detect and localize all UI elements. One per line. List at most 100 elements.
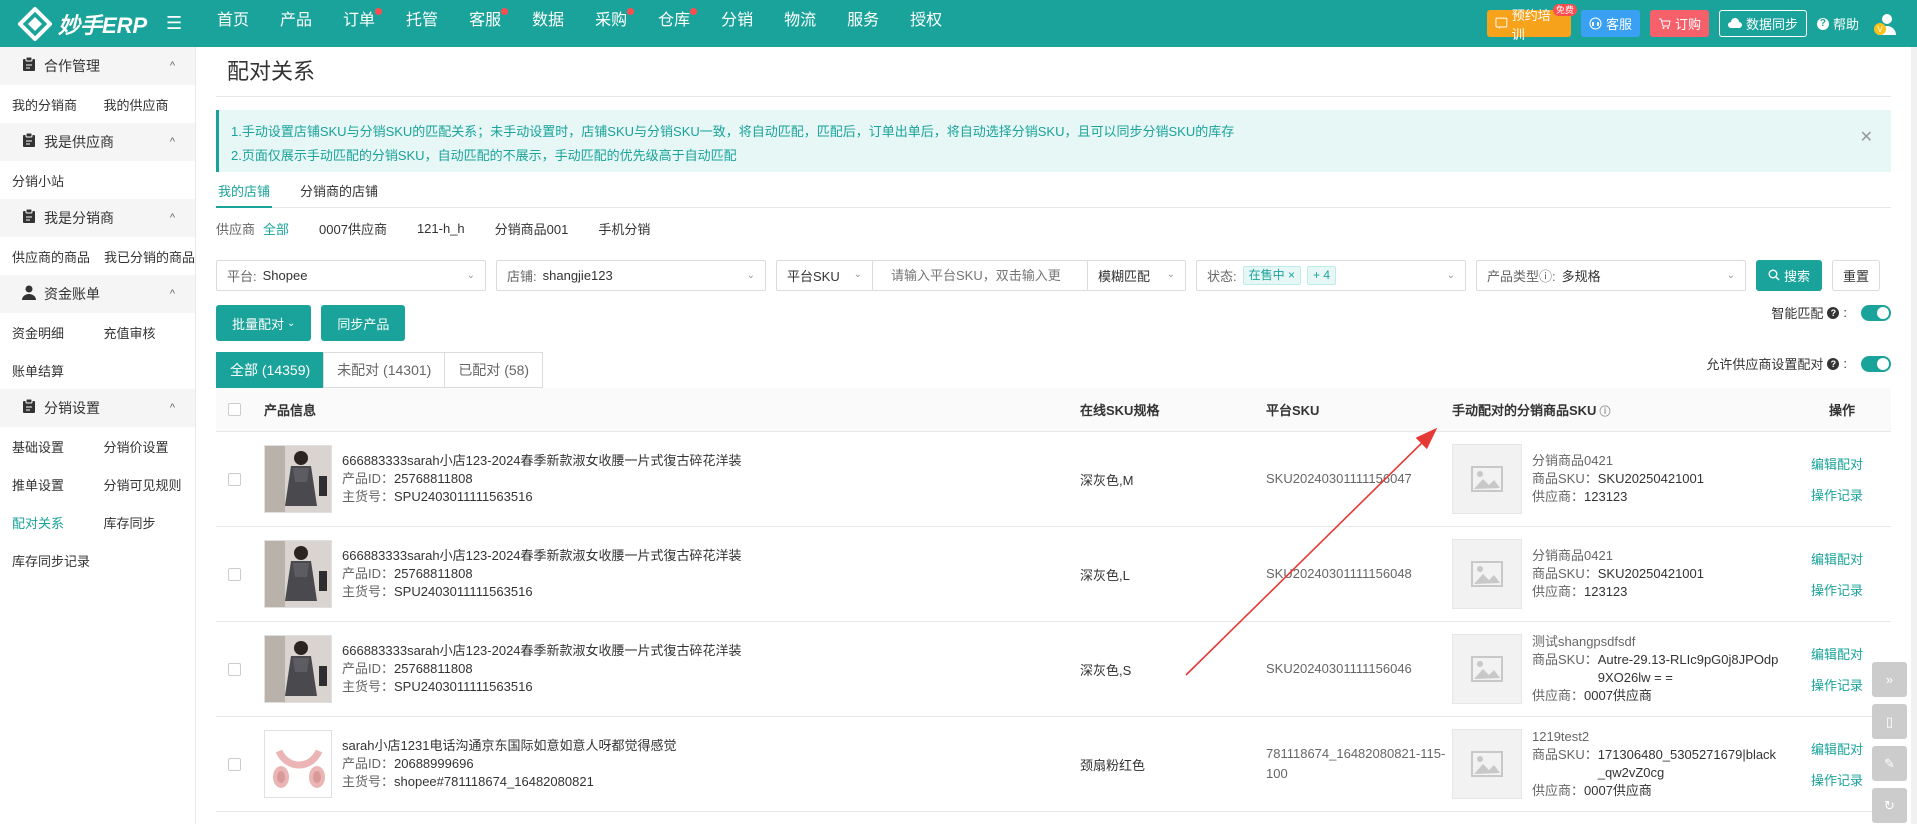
sidebar-group[interactable]: 分销设置 ^ [0,389,195,427]
training-button[interactable]: 预约培训 免费 [1486,4,1577,42]
operation-log-link[interactable]: 操作记录 [1811,675,1863,694]
product-name[interactable]: 666883333sarah小店123-2024春季新款淑女收腰一片式復古碎花洋… [342,642,742,660]
sidebar-group[interactable]: 合作管理 ^ [0,47,195,85]
nav-item[interactable]: 仓库 [641,0,704,47]
sidebar-item[interactable]: 充值审核 [104,323,196,342]
store-select[interactable]: 店铺: shangjie123 ⌄ [496,259,766,291]
product-name[interactable]: 666883333sarah小店123-2024春季新款淑女收腰一片式復古碎花洋… [342,547,742,565]
row-checkbox[interactable] [228,757,241,771]
sidebar-item[interactable]: 分销小站 [12,171,104,190]
sidebar-item[interactable]: 我已分销的商品 [104,247,195,266]
note-icon[interactable]: ✎ [1872,746,1907,781]
refresh-icon[interactable]: ↻ [1872,788,1907,823]
help-link[interactable]: ? 帮助 [1816,14,1859,33]
question-icon[interactable]: ? [1827,306,1840,319]
nav-item[interactable]: 物流 [767,0,830,47]
order-button[interactable]: 订购 [1649,10,1709,37]
tab-unmatched[interactable]: 未配对 (14301) [323,352,446,388]
nav-item[interactable]: 产品 [263,0,326,47]
search-button[interactable]: 搜索 [1756,259,1823,291]
supplier-option[interactable]: 分销商品001 [495,219,569,238]
sku-search-input[interactable] [891,267,1066,283]
sidebar-item[interactable]: 账单结算 [12,361,104,380]
product-type-select[interactable]: 产品类型 ⓘ: 多规格 ⌄ [1476,259,1746,291]
tab-matched[interactable]: 已配对 (58) [444,352,544,388]
nav-item[interactable]: 订单 [326,0,389,47]
sidebar-item[interactable]: 库存同步 [104,513,196,532]
customer-service-button[interactable]: 客服 [1580,10,1640,37]
sidebar-row: 资金明细 充值审核 [0,313,195,351]
row-checkbox[interactable] [228,472,241,486]
nav-item[interactable]: 托管 [389,0,452,47]
batch-match-button[interactable]: 批量配对 ⌄ [216,305,312,341]
supplier-option[interactable]: 0007供应商 [319,219,387,238]
operation-log-link[interactable]: 操作记录 [1811,485,1863,504]
tab-my-store[interactable]: 我的店铺 [216,182,273,208]
menu-toggle-icon[interactable]: ☰ [166,13,188,34]
nav-item[interactable]: 服务 [830,0,893,47]
match-mode-select[interactable]: 模糊匹配 ⌄ [1088,261,1185,290]
product-thumbnail[interactable] [264,445,332,513]
reset-button[interactable]: 重置 [1832,259,1881,291]
sidebar-item[interactable]: 资金明细 [12,323,104,342]
status-select[interactable]: 状态: 在售中 × + 4 ⌄ [1196,259,1466,291]
tag-close-icon[interactable]: × [1288,268,1295,282]
nav-item[interactable]: 客服 [452,0,515,47]
row-checkbox[interactable] [228,567,241,581]
sidebar-item[interactable]: 库存同步记录 [12,551,90,570]
nav-item[interactable]: 采购 [578,0,641,47]
nav-item[interactable]: 授权 [893,0,956,47]
sidebar-group[interactable]: 我是分销商 ^ [0,199,195,237]
tab-distributor-store[interactable]: 分销商的店铺 [298,182,380,208]
sync-products-button[interactable]: 同步产品 [321,305,406,341]
select-all-checkbox[interactable] [228,403,241,416]
user-avatar[interactable]: V [1873,11,1899,37]
edit-match-link[interactable]: 编辑配对 [1811,739,1863,758]
product-thumbnail[interactable] [264,540,332,608]
platform-select[interactable]: 平台: Shopee ⌄ [216,259,486,291]
product-thumbnail[interactable] [264,730,332,798]
collapse-icon[interactable]: » [1872,662,1907,697]
sidebar-group[interactable]: 资金账单 ^ [0,275,195,313]
sidebar-item[interactable]: 推单设置 [12,475,104,494]
col-dist-sku-label: 手动配对的分销商品SKU [1452,403,1597,418]
operation-log-link[interactable]: 操作记录 [1811,580,1863,599]
edit-match-link[interactable]: 编辑配对 [1811,549,1863,568]
question-icon[interactable]: ⓘ [1596,406,1611,418]
edit-match-link[interactable]: 编辑配对 [1811,454,1863,473]
sidebar-item[interactable]: 我的分销商 [12,95,104,114]
sidebar-item[interactable]: 配对关系 [12,513,104,532]
supplier-option[interactable]: 手机分销 [598,219,650,238]
nav-item[interactable]: 数据 [515,0,578,47]
tab-all[interactable]: 全部 (14359) [216,352,325,388]
nav-item[interactable]: 首页 [200,0,263,47]
sidebar-item[interactable]: 供应商的商品 [12,247,104,266]
supplier-all[interactable]: 全部 [263,219,289,238]
status-tag[interactable]: 在售中 × [1242,265,1301,285]
pid-label: 产品ID： [342,566,395,581]
sku-type-select[interactable]: 平台SKU ⌄ [777,260,873,290]
sidebar-item[interactable]: 分销价设置 [104,437,196,456]
question-icon[interactable]: ⓘ: [1539,266,1556,285]
sidebar-item[interactable]: 我的供应商 [104,95,196,114]
nav-item[interactable]: 分销 [704,0,767,47]
mobile-icon[interactable]: ▯ [1872,704,1907,739]
sidebar-item[interactable]: 分销可见规则 [104,475,196,494]
data-sync-button[interactable]: 数据同步 [1718,10,1807,37]
sidebar-item[interactable]: 基础设置 [12,437,104,456]
app-logo[interactable]: 妙手ERP [0,5,166,42]
match-status-tabs: 全部 (14359) 未配对 (14301) 已配对 (58) 允许供应商设置配… [216,352,1891,388]
scrollbar[interactable] [1911,47,1917,824]
edit-match-link[interactable]: 编辑配对 [1811,644,1863,663]
supplier-option[interactable]: 121-h_h [417,221,465,236]
close-icon[interactable]: ✕ [1860,126,1873,150]
question-icon[interactable]: ? [1827,357,1840,370]
allow-supplier-toggle[interactable] [1861,355,1891,372]
row-checkbox[interactable] [228,662,241,676]
product-thumbnail[interactable] [264,635,332,703]
product-name[interactable]: sarah小店1231电话沟通京东国际如意如意人呀都觉得感觉 [342,737,676,755]
sidebar-group[interactable]: 我是供应商 ^ [0,123,195,161]
operation-log-link[interactable]: 操作记录 [1811,770,1863,789]
smart-match-toggle[interactable] [1861,304,1891,321]
product-name[interactable]: 666883333sarah小店123-2024春季新款淑女收腰一片式復古碎花洋… [342,452,742,470]
